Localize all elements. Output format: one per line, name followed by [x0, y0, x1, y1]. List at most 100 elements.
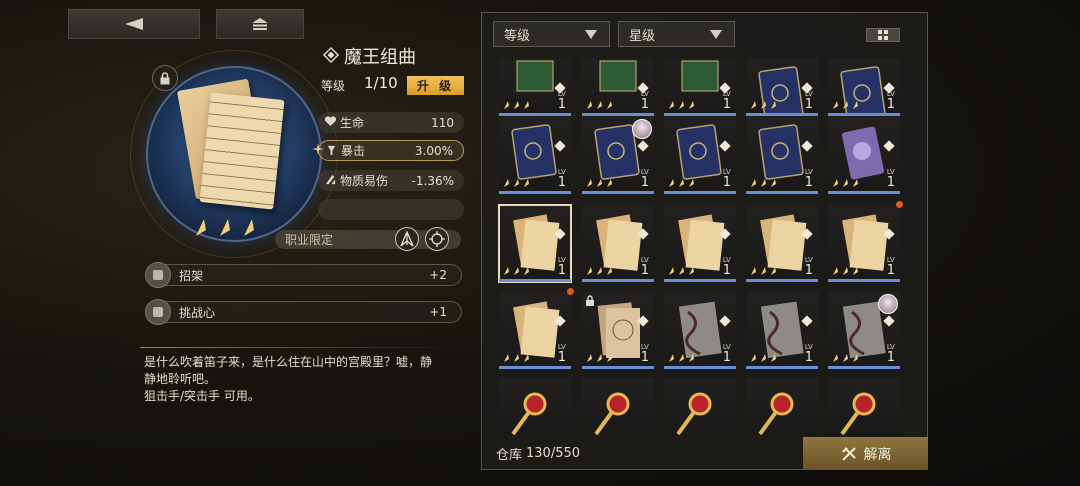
item-description: 是什么吹着笛子来，是什么住在山中的宫殿里？嘘，静 静地聆听吧。 狙击手/突击手 … [144, 354, 464, 405]
card-level-value: 1 [804, 175, 813, 190]
description-line: 是什么吹着笛子来，是什么住在山中的宫殿里？嘘，静 [144, 355, 433, 369]
star-rating [196, 219, 254, 236]
skill-row-challenge[interactable]: 挑战心 +1 [145, 299, 462, 325]
assault-class-button[interactable] [425, 227, 449, 251]
card-level: LV 1 [558, 257, 566, 278]
back-arrow-icon [125, 18, 143, 30]
card-level: LV 1 [804, 169, 813, 190]
key-item-icon [511, 392, 547, 435]
level-label: 等级 [321, 79, 346, 93]
card-level: LV 1 [886, 91, 895, 112]
inventory-card[interactable]: LV 1 [499, 292, 571, 369]
inventory-card[interactable]: LV 1 [664, 205, 736, 282]
release-button[interactable]: 解离 [803, 437, 928, 470]
lock-button[interactable] [152, 65, 178, 91]
description-line: 狙击手/突击手 可用。 [144, 389, 260, 403]
inventory-card[interactable]: LV 1 [746, 59, 818, 116]
item-name: 魔王组曲 [344, 47, 416, 68]
new-indicator-dot [896, 201, 903, 208]
inventory-card[interactable] [664, 378, 736, 435]
card-type-icon [554, 228, 566, 240]
card-level-value: 1 [722, 350, 731, 365]
skill-row-parry[interactable]: 招架 +2 [145, 262, 462, 288]
card-type-icon [801, 140, 813, 152]
card-rarity-bar [664, 279, 736, 282]
skill-value: +1 [429, 305, 447, 319]
back-button[interactable] [68, 9, 200, 39]
card-type-icon [883, 228, 895, 240]
card-type-icon [801, 228, 813, 240]
card-rarity-bar [664, 113, 736, 116]
card-type-icon [637, 228, 649, 240]
stat-row-vulnerability: 物质易伤 -1.36% [318, 170, 464, 191]
inventory-card[interactable] [746, 378, 818, 435]
new-indicator-dot [567, 288, 574, 295]
card-stars-icon [669, 101, 694, 109]
inventory-card[interactable]: LV 1 [582, 292, 654, 369]
inventory-card[interactable]: LV 1 [746, 205, 818, 282]
inventory-card[interactable] [582, 378, 654, 435]
inventory-card[interactable]: LV 1 [498, 204, 572, 283]
inventory-card[interactable]: LV 1 [828, 117, 900, 194]
grid-view-button[interactable] [866, 28, 900, 42]
card-level: LV 1 [558, 91, 566, 112]
stat-label: 暴击 [341, 144, 366, 158]
card-rarity-bar [499, 279, 571, 282]
card-stars-icon [504, 267, 529, 275]
inventory-card[interactable]: LV 1 [664, 292, 736, 369]
vulnerability-icon [325, 174, 336, 185]
stat-value: -1.36% [411, 173, 454, 188]
card-level-value: 1 [640, 97, 649, 112]
inventory-card[interactable]: LV 1 [664, 59, 736, 116]
inventory-card[interactable]: LV 1 [746, 117, 818, 194]
inventory-card[interactable] [828, 378, 900, 435]
card-type-icon [637, 315, 649, 327]
card-stars-icon [504, 101, 529, 109]
inventory-card[interactable]: LV 1 [582, 117, 654, 194]
inventory-card[interactable]: LV 1 [582, 205, 654, 282]
inventory-card[interactable]: LV 1 [664, 117, 736, 194]
card-level-value: 1 [640, 263, 649, 278]
home-button[interactable] [216, 9, 304, 39]
inventory-card[interactable]: LV 1 [499, 117, 571, 194]
assault-class-icon [429, 231, 445, 247]
card-stars-icon [751, 267, 776, 275]
card-rarity-bar [499, 366, 571, 369]
card-level-value: 1 [722, 263, 731, 278]
inventory-card[interactable]: LV 1 [746, 292, 818, 369]
card-rarity-bar [746, 191, 818, 194]
star-filter-dropdown[interactable]: 星级 [618, 21, 735, 47]
equipped-character-avatar [878, 294, 898, 314]
card-stars-icon [669, 267, 694, 275]
upgrade-button[interactable]: 升 级 [407, 76, 464, 95]
description-line: 静地聆听吧。 [144, 372, 217, 386]
card-rarity-bar [828, 279, 900, 282]
inventory-card[interactable]: LV 1 [828, 59, 900, 116]
card-stars-icon [669, 179, 694, 187]
inventory-card[interactable]: LV 1 [828, 205, 900, 282]
inventory-card[interactable]: LV 1 [499, 59, 571, 116]
stat-label: 物质易伤 [340, 174, 389, 188]
inventory-card[interactable]: LV 1 [582, 59, 654, 116]
inventory-card[interactable] [499, 378, 571, 435]
card-type-icon [554, 315, 566, 327]
card-type-icon [637, 140, 649, 152]
sniper-class-button[interactable] [395, 227, 419, 251]
card-level: LV 1 [805, 257, 813, 278]
job-restriction-label: 职业限定 [285, 233, 334, 247]
level-filter-dropdown[interactable]: 等级 [493, 21, 610, 47]
card-level: LV 1 [640, 257, 649, 278]
inventory-card[interactable]: LV 1 [828, 292, 900, 369]
card-type-icon [719, 140, 731, 152]
card-level-value: 1 [886, 97, 895, 112]
lock-icon [160, 71, 170, 84]
stat-value: 110 [431, 115, 454, 130]
card-rarity-bar [664, 191, 736, 194]
card-rarity-bar [828, 366, 900, 369]
card-stars-icon [587, 267, 612, 275]
card-rarity-bar [499, 191, 571, 194]
card-rarity-bar [582, 366, 654, 369]
heart-icon [324, 116, 337, 127]
card-level-value: 1 [804, 97, 813, 112]
key-item-icon [594, 392, 630, 435]
